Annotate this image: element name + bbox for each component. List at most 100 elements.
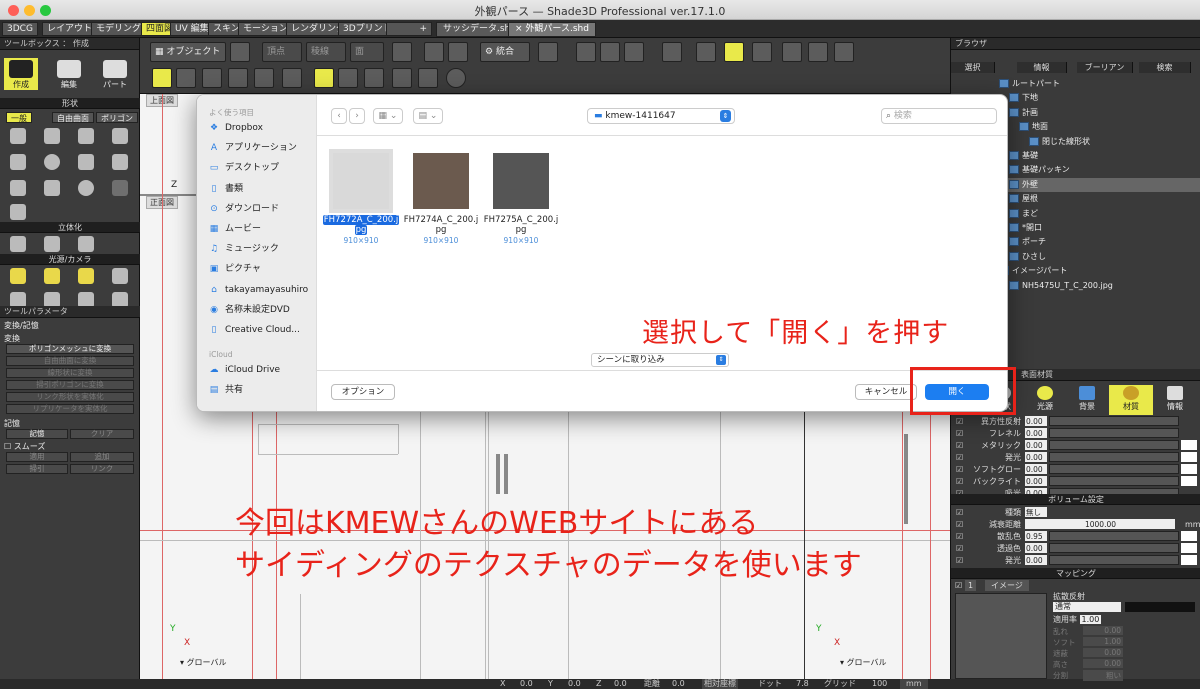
globe-icon[interactable]	[662, 42, 682, 62]
sidebar-item-dvd[interactable]: ◉ 名称未設定DVD	[209, 300, 315, 320]
file-item[interactable]: FH7274A_C_200.j pg 910×910	[399, 153, 483, 245]
sidebar-item-desktop[interactable]: ▭ デスクトップ	[209, 158, 315, 178]
four-view-icon[interactable]	[724, 42, 744, 62]
surface-tab-info[interactable]: 情報	[1153, 385, 1197, 415]
cone-tool-icon[interactable]	[78, 154, 94, 170]
convert-polymesh-button[interactable]: ポリゴンメッシュに変換	[6, 344, 134, 354]
sidebar-item-shared[interactable]: ▤ 共有	[209, 380, 315, 400]
param-value-field[interactable]: 0.00	[1025, 452, 1047, 462]
browser-tree-item[interactable]: ルートパート	[951, 77, 1200, 91]
unit-icon[interactable]	[282, 68, 302, 88]
back-button[interactable]: ‹	[331, 108, 347, 124]
sphere-tool-icon[interactable]	[44, 154, 60, 170]
goggles-icon[interactable]	[834, 42, 854, 62]
color-swatch[interactable]	[1181, 555, 1197, 565]
map-mode-select[interactable]: 通常	[1053, 602, 1121, 612]
file-item[interactable]: FH7275A_C_200.j pg 910×910	[479, 153, 563, 245]
param-slider[interactable]	[1049, 555, 1179, 565]
merge-button[interactable]: ⚙ 統合	[480, 42, 530, 62]
vertex-mode-button[interactable]: 頂点	[262, 42, 302, 62]
prism-tool-icon[interactable]	[10, 204, 26, 220]
object-mode-button[interactable]: ▦ オブジェクト	[150, 42, 226, 62]
smooth-link-button[interactable]: リンク	[70, 464, 134, 474]
snap-vertex-icon[interactable]	[176, 68, 196, 88]
sidebar-item-icloud-drive[interactable]: ☁ iCloud Drive	[209, 360, 315, 380]
revolve-tool-icon[interactable]	[44, 236, 60, 252]
convert-line-button[interactable]: 線形状に変換	[6, 368, 134, 378]
sidebar-item-home[interactable]: ⌂ takayamayasuhiro	[209, 280, 315, 300]
map-color-swatch[interactable]	[1125, 602, 1195, 612]
icon-view-button[interactable]: ▦ ⌄	[373, 108, 403, 124]
extrude-tool-icon[interactable]	[10, 236, 26, 252]
color-swatch[interactable]	[1181, 464, 1197, 474]
sidebar-item-downloads[interactable]: ⊙ ダウンロード	[209, 199, 315, 219]
torus-tool-icon[interactable]	[78, 180, 94, 196]
sidebar-item-dropbox[interactable]: ❖ Dropbox	[209, 118, 315, 138]
color-swatch[interactable]	[1181, 543, 1197, 553]
color-swatch[interactable]	[1181, 476, 1197, 486]
group-button[interactable]: ▤ ⌄	[413, 108, 443, 124]
folder-select[interactable]: ▬ kmew-1411647 ⇕	[587, 108, 735, 124]
file-thumbnail[interactable]	[413, 153, 469, 209]
doc-tab-exterior[interactable]: × 外観パース.shd	[508, 22, 596, 37]
shape-tab-general[interactable]: 一般	[6, 112, 32, 123]
search-field[interactable]: ⌕ 検索	[881, 108, 997, 124]
browser-col-info[interactable]: 情報	[1017, 62, 1067, 73]
box-tool-icon[interactable]	[10, 154, 26, 170]
rotate-icon[interactable]	[424, 42, 444, 62]
param-checkbox[interactable]: ☑	[956, 428, 963, 439]
mode-tab-modeling[interactable]: モデリング	[91, 22, 147, 36]
grid-icon[interactable]	[752, 42, 772, 62]
sidebar-item-pictures[interactable]: ▣ ピクチャ	[209, 259, 315, 279]
list-icon[interactable]	[624, 42, 644, 62]
sidebar-item-creative-cloud[interactable]: ▯ Creative Cloud...	[209, 320, 315, 340]
sidebar-item-documents[interactable]: ▯ 書類	[209, 179, 315, 199]
memory-clear-button[interactable]: クリア	[70, 429, 134, 439]
smooth-sweep-button[interactable]: 掃引	[6, 464, 68, 474]
shape-tab-polygon[interactable]: ポリゴン	[96, 112, 138, 123]
param-checkbox[interactable]: ☑	[956, 476, 963, 487]
memory-store-button[interactable]: 記憶	[6, 429, 68, 439]
linelight-tool-icon[interactable]	[78, 268, 94, 284]
surface-tab-material[interactable]: 材質	[1109, 385, 1153, 415]
smooth-apply-button[interactable]: 適用	[6, 452, 68, 462]
file-thumbnail[interactable]	[493, 153, 549, 209]
param-slider[interactable]	[1049, 452, 1179, 462]
param-value-field[interactable]: 0.00	[1025, 428, 1047, 438]
param-value-field[interactable]: 0.00	[1025, 440, 1047, 450]
mode-edit-button[interactable]: 編集	[52, 58, 86, 90]
param-value-field[interactable]: 無し	[1025, 507, 1047, 517]
convert-sweep-button[interactable]: 掃引ポリゴンに変換	[6, 380, 134, 390]
param-checkbox[interactable]: ☑	[956, 531, 963, 542]
param-checkbox[interactable]: ☑	[956, 543, 963, 554]
snap-icon[interactable]	[576, 42, 596, 62]
capsule-tool-icon[interactable]	[44, 180, 60, 196]
color-swatch[interactable]	[1181, 531, 1197, 541]
mode-part-button[interactable]: パート	[98, 58, 132, 90]
polyhedron-tool-icon[interactable]	[112, 180, 128, 196]
unit-select[interactable]: mm	[900, 679, 928, 689]
param-checkbox[interactable]: ☑	[956, 519, 963, 530]
curve-tool-icon[interactable]	[44, 128, 60, 144]
param-checkbox[interactable]: ☑	[956, 452, 963, 463]
param-checkbox[interactable]: ☑	[956, 416, 963, 427]
sidebar-item-applications[interactable]: A アプリケーション	[209, 138, 315, 158]
param-checkbox[interactable]: ☑	[956, 440, 963, 451]
circle-tool-icon[interactable]	[112, 128, 128, 144]
face-mode-button[interactable]: 面	[350, 42, 384, 62]
cancel-button[interactable]: キャンセル	[855, 384, 917, 400]
param-slider[interactable]	[1049, 476, 1179, 486]
mode-tab-3dcg[interactable]: 3DCG	[2, 22, 38, 36]
map-index-select[interactable]: 1	[965, 580, 977, 591]
wrench-icon[interactable]	[538, 42, 558, 62]
numeric-icon[interactable]	[228, 68, 248, 88]
map-channel-label[interactable]: 拡散反射	[1053, 591, 1085, 602]
add-tab-button[interactable]: +	[386, 22, 432, 36]
smooth-checkbox[interactable]: ☐ スムーズ	[4, 441, 45, 452]
file-thumbnail[interactable]	[329, 149, 393, 213]
camera-icon[interactable]	[230, 42, 250, 62]
snap-grid-icon[interactable]	[152, 68, 172, 88]
move-icon[interactable]	[392, 42, 412, 62]
perspective-icon[interactable]	[392, 68, 412, 88]
cylinder-tool-icon[interactable]	[10, 180, 26, 196]
